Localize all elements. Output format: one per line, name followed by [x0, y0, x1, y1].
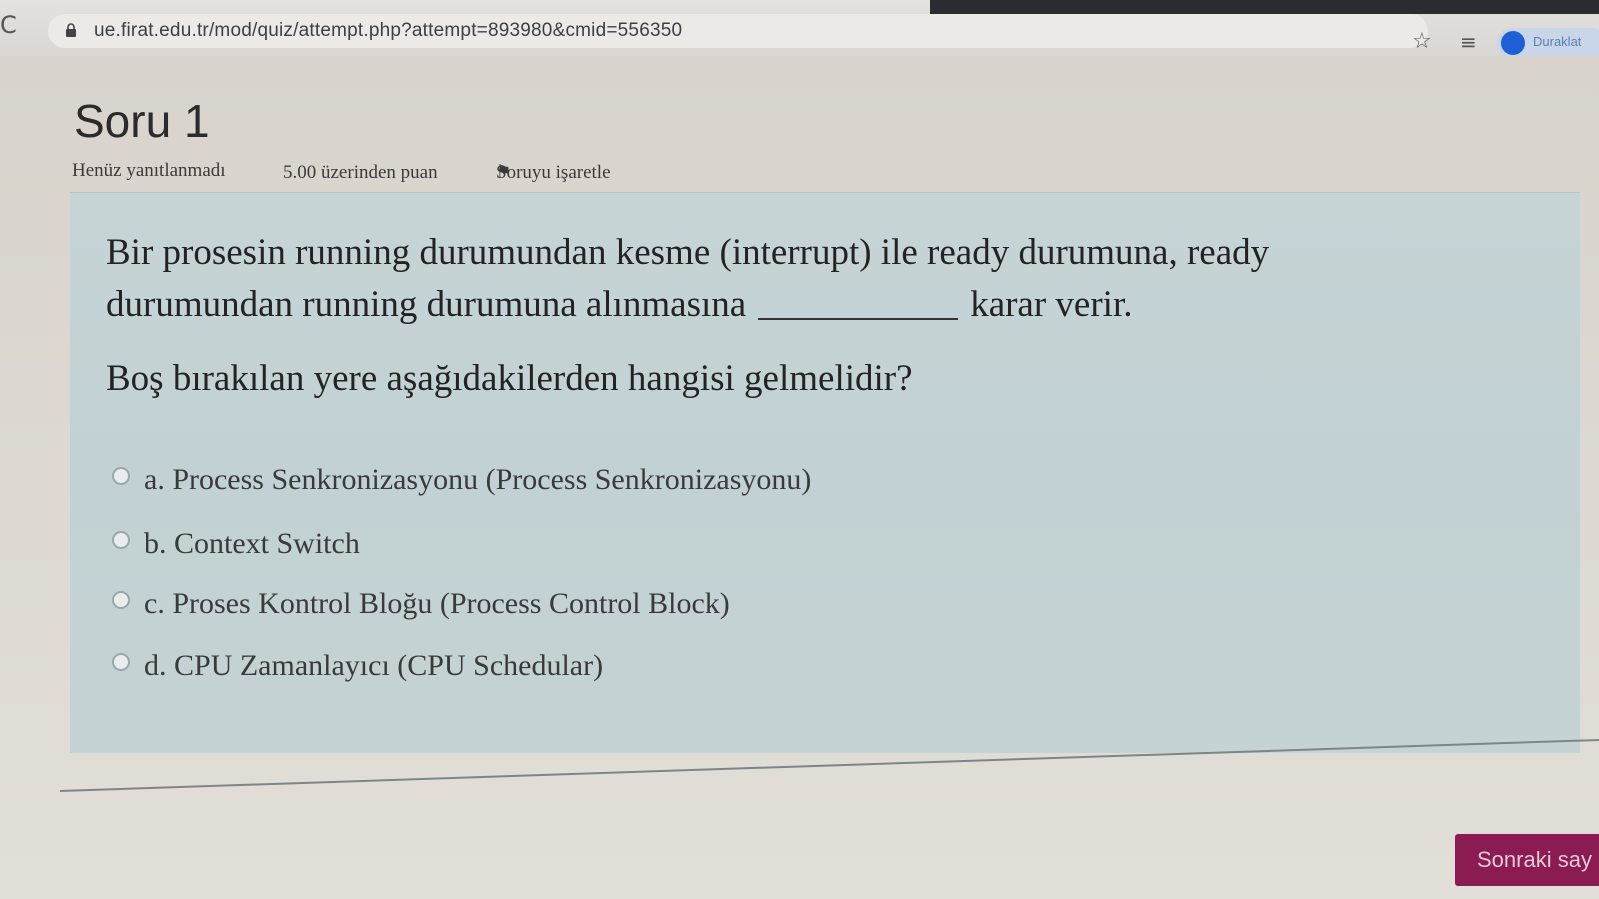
answer-blank [758, 318, 959, 320]
tab-strip [930, 0, 1599, 14]
question-status: Henüz yanıtlanmadı [72, 160, 226, 181]
bookmark-star-icon[interactable]: ☆ [1412, 29, 1432, 54]
address-bar[interactable]: ue.firat.edu.tr/mod/quiz/attempt.php?att… [48, 14, 1428, 48]
question-content: Bir prosesin running durumundan kesme (i… [70, 192, 1580, 753]
answer-option-d[interactable]: d. CPU Zamanlayıcı (CPU Schedular) [112, 649, 603, 683]
radio-button[interactable] [112, 653, 130, 671]
question-text-line2: durumundan running durumuna alınmasına ka… [106, 283, 1132, 326]
question-title: Soru 1 [74, 95, 210, 147]
answer-option-c[interactable]: c. Proses Kontrol Bloğu (Process Control… [112, 587, 730, 621]
radio-button[interactable] [112, 591, 130, 609]
flag-question-label: Soruyu işaretle [496, 162, 611, 183]
avatar [1501, 31, 1525, 55]
radio-button[interactable] [112, 531, 130, 549]
question-points: 5.00 üzerinden puan [283, 162, 438, 183]
browser-toolbar: C ue.firat.edu.tr/mod/quiz/attempt.php?a… [0, 0, 1599, 58]
reload-icon[interactable]: C [0, 12, 26, 38]
radio-button[interactable] [112, 467, 130, 485]
quiz-page: Soru 1 Henüz yanıtlanmadı 5.00 üzerinden… [0, 56, 1599, 899]
profile-button[interactable]: Duraklat [1497, 28, 1599, 58]
lock-icon [66, 23, 76, 37]
next-page-button[interactable]: Sonraki say [1455, 834, 1599, 886]
question-text-line2-end: karar verir. [970, 284, 1133, 325]
question-text-line2-start: durumundan running durumuna alınmasına [106, 284, 747, 325]
reading-list-icon[interactable]: ≡ [1460, 30, 1477, 54]
question-text-line1: Bir prosesin running durumundan kesme (i… [106, 232, 1270, 273]
answer-option-a[interactable]: a. Process Senkronizasyonu (Process Senk… [112, 463, 811, 497]
answer-label[interactable]: a. Process Senkronizasyonu (Process Senk… [144, 463, 811, 496]
answer-label[interactable]: c. Proses Kontrol Bloğu (Process Control… [144, 587, 730, 620]
answer-label[interactable]: d. CPU Zamanlayıcı (CPU Schedular) [144, 649, 603, 682]
url-text[interactable]: ue.firat.edu.tr/mod/quiz/attempt.php?att… [94, 20, 682, 42]
answer-label[interactable]: b. Context Switch [144, 527, 360, 560]
question-prompt: Boş bırakılan yere aşağıdakilerden hangi… [106, 358, 913, 399]
answer-option-b[interactable]: b. Context Switch [112, 527, 360, 561]
profile-label: Duraklat [1533, 34, 1582, 49]
